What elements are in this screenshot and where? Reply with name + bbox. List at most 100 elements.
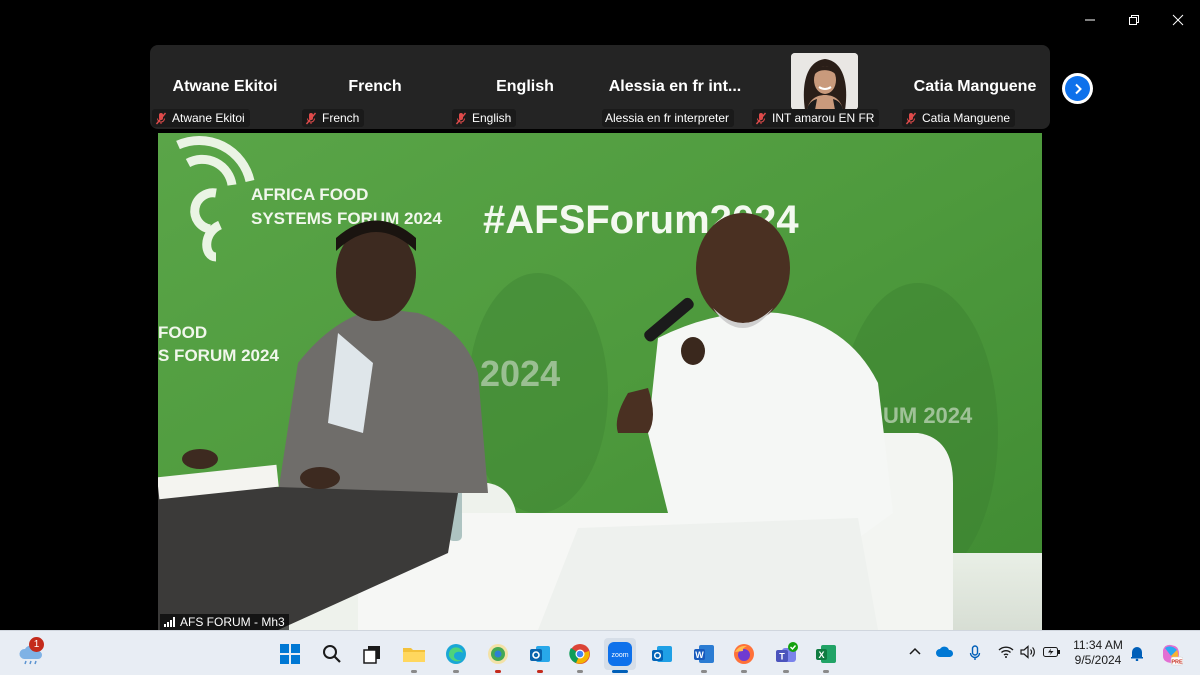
word-button[interactable]: W	[688, 638, 720, 673]
outlook-new-button[interactable]	[646, 638, 678, 670]
edge-canary-button[interactable]	[482, 638, 514, 673]
wifi-icon	[998, 646, 1014, 658]
start-icon	[280, 644, 300, 664]
outlook-classic-button[interactable]	[524, 638, 556, 673]
taskbar: 1 zoom W T X 11:34 AM 9/5/2024 PRE	[0, 630, 1200, 675]
file-explorer-button[interactable]	[398, 638, 430, 673]
clock-time: 11:34 AM	[1073, 638, 1123, 652]
chrome-icon	[569, 644, 590, 664]
participant-strip: Atwane Ekitoi Atwane Ekitoi French Frenc…	[150, 45, 1050, 129]
teams-button[interactable]: T	[770, 638, 802, 673]
participant-nametag: INT amarou EN FR	[752, 109, 880, 127]
onedrive-icon	[936, 646, 954, 657]
notifications-button[interactable]	[1130, 645, 1144, 666]
minimize-icon	[1085, 19, 1095, 21]
volume-icon	[1020, 645, 1035, 659]
svg-text:T: T	[779, 652, 785, 662]
participant-display-name: French	[348, 78, 402, 95]
participant-tag-label: English	[472, 111, 512, 125]
participant-tag-label: INT amarou EN FR	[772, 111, 875, 125]
svg-text:X: X	[818, 650, 824, 660]
participant-tag-label: Alessia en fr interpreter	[605, 111, 730, 125]
participant-display-name: Alessia en fr int...	[608, 78, 742, 95]
volume-button[interactable]	[1020, 645, 1036, 664]
outlook-classic-icon	[530, 646, 550, 662]
participant-display-name: Catia Manguene	[913, 78, 1037, 95]
excel-button[interactable]: X	[810, 638, 842, 673]
video-frame: AFRICA FOOD SYSTEMS FORUM 2024 #AFSForum…	[158, 133, 1042, 630]
zoom-button[interactable]: zoom	[604, 638, 636, 673]
participant-tile[interactable]: Catia Manguene Catia Manguene	[900, 45, 1050, 129]
window-controls	[1068, 6, 1200, 34]
chrome-button[interactable]	[564, 638, 596, 673]
participant-tile[interactable]: English English	[450, 45, 600, 129]
onedrive-button[interactable]	[936, 645, 954, 664]
file-explorer-icon	[403, 648, 425, 662]
participant-tag-label: Catia Manguene	[922, 111, 1011, 125]
copilot-button[interactable]: PRE	[1155, 638, 1187, 670]
excel-icon: X	[816, 645, 836, 663]
chevron-right-icon	[1074, 83, 1082, 94]
edge-icon	[446, 644, 466, 664]
zoom-icon-label: zoom	[611, 652, 628, 659]
battery-charging-icon	[1043, 647, 1060, 657]
participant-nametag: Catia Manguene	[902, 109, 1016, 127]
close-icon	[1172, 14, 1184, 26]
logo-line-1: AFRICA FOOD	[251, 185, 368, 204]
participant-tile[interactable]: Atwane Ekitoi Atwane Ekitoi	[150, 45, 300, 129]
close-button[interactable]	[1156, 6, 1200, 34]
video-source-text: AFS FORUM - Mh3	[180, 615, 285, 629]
firefox-button[interactable]	[728, 638, 760, 673]
participant-nametag: Atwane Ekitoi	[152, 109, 250, 127]
participant-nametag: English	[452, 109, 517, 127]
edge-canary-icon	[488, 644, 508, 664]
participant-tile[interactable]: Alessia en fr int... Alessia en fr inter…	[600, 45, 750, 129]
video-source-label: AFS FORUM - Mh3	[160, 614, 289, 630]
participant-tag-label: Atwane Ekitoi	[172, 111, 245, 125]
left-partial-1: FOOD	[158, 323, 207, 342]
word-icon: W	[694, 645, 714, 663]
zoom-icon: zoom	[608, 642, 632, 666]
muted-mic-icon	[905, 112, 917, 124]
participant-tile[interactable]: INT amarou EN FR	[750, 45, 900, 129]
restore-icon	[1129, 15, 1139, 25]
participant-display-name: Atwane Ekitoi	[172, 78, 278, 95]
microphone-button[interactable]	[969, 645, 981, 666]
restore-button[interactable]	[1112, 6, 1156, 34]
notification-badge: 1	[29, 637, 44, 652]
tray-overflow-button[interactable]	[908, 645, 922, 664]
network-button[interactable]	[998, 645, 1014, 664]
task-view-button[interactable]	[356, 638, 388, 670]
svg-text:W: W	[695, 650, 704, 660]
clock[interactable]: 11:34 AM 9/5/2024	[1068, 638, 1128, 668]
svg-text:PRE: PRE	[1171, 660, 1183, 666]
battery-button[interactable]	[1043, 645, 1061, 663]
outlook-new-icon	[652, 646, 672, 662]
minimize-button[interactable]	[1068, 6, 1112, 34]
start-button[interactable]	[274, 638, 306, 670]
edge-button[interactable]	[440, 638, 472, 673]
left-partial-2: S FORUM 2024	[158, 346, 279, 365]
muted-mic-icon	[155, 112, 167, 124]
participant-video-thumbnail	[791, 53, 858, 110]
microphone-icon	[969, 645, 981, 660]
muted-mic-icon	[755, 112, 767, 124]
search-button[interactable]	[316, 638, 348, 670]
participant-tile[interactable]: French French	[300, 45, 450, 129]
clock-date: 9/5/2024	[1074, 653, 1122, 667]
logo-line-2: SYSTEMS FORUM 2024	[251, 209, 442, 228]
main-video[interactable]: AFRICA FOOD SYSTEMS FORUM 2024 #AFSForum…	[158, 133, 1042, 630]
teams-icon: T	[776, 642, 798, 662]
muted-mic-icon	[305, 112, 317, 124]
muted-mic-icon	[455, 112, 467, 124]
chevron-up-icon	[909, 647, 921, 655]
signal-bars-icon	[164, 617, 175, 627]
bell-icon	[1131, 647, 1143, 662]
participant-nametag: Alessia en fr interpreter	[602, 109, 735, 127]
participant-display-name: English	[496, 78, 554, 95]
search-icon	[323, 645, 341, 663]
copilot-icon: PRE	[1163, 644, 1183, 666]
next-participants-button[interactable]	[1062, 73, 1093, 104]
task-view-icon	[363, 646, 380, 664]
participant-nametag: French	[302, 109, 365, 127]
